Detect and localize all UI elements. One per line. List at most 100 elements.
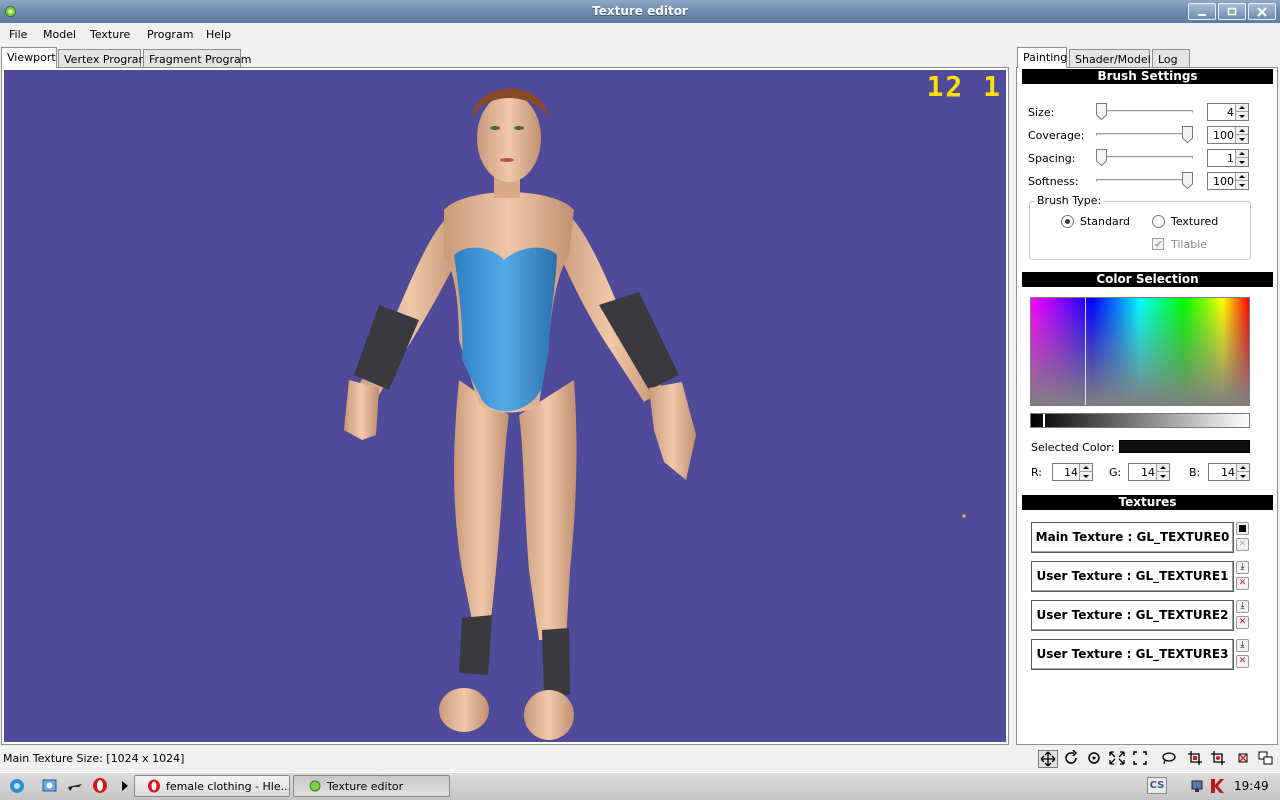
menu-file[interactable]: File [9, 28, 27, 41]
slider-thumb-icon[interactable] [1182, 172, 1193, 189]
checkmark-icon [1154, 240, 1162, 248]
clear-tool-button[interactable] [1234, 750, 1254, 768]
texture-1-load-icon[interactable]: ⤓ [1236, 561, 1249, 574]
size-spinbox[interactable]: 4 [1207, 103, 1249, 121]
spacing-slider[interactable] [1096, 156, 1193, 159]
texture-0-active-icon[interactable] [1236, 522, 1249, 535]
crop-tool-button[interactable] [1187, 750, 1207, 768]
texture-button-3[interactable]: User Texture : GL_TEXTURE3 [1031, 639, 1234, 670]
softness-slider[interactable] [1096, 179, 1193, 182]
reset-view-button[interactable] [1160, 750, 1180, 768]
r-spinbox[interactable]: 14 [1052, 463, 1093, 481]
spin-arrows-icon[interactable] [1236, 464, 1249, 480]
b-spinbox[interactable]: 14 [1208, 463, 1250, 481]
softness-spinbox[interactable]: 100 [1207, 172, 1249, 190]
spin-arrows-icon[interactable] [1235, 173, 1248, 189]
tilable-checkbox[interactable] [1152, 238, 1164, 250]
crop-alt-tool-button[interactable] [1210, 750, 1230, 768]
hue-saturation-picker[interactable] [1030, 297, 1250, 406]
spin-arrows-icon[interactable] [1079, 464, 1092, 480]
plane-launcher-icon[interactable] [67, 778, 83, 794]
spin-arrows-icon[interactable] [1235, 104, 1248, 120]
spin-tool-button[interactable] [1085, 750, 1105, 768]
texture-0-remove-icon[interactable]: ✕ [1236, 538, 1249, 551]
start-menu-icon[interactable] [7, 777, 27, 795]
tab-shader-model[interactable]: Shader/Model [1069, 49, 1151, 68]
zoom-tool-button[interactable] [1108, 750, 1128, 768]
menu-bar: File Model Texture Program Help [0, 23, 1280, 45]
layers-tool-button[interactable] [1257, 750, 1277, 768]
crop-icon [1188, 751, 1202, 765]
spin-icon [1088, 752, 1100, 764]
taskbar-item-browser[interactable]: female clothing - Hle... [134, 775, 290, 797]
texture-1-remove-icon[interactable]: ✕ [1236, 577, 1249, 590]
clock: 19:49 [1234, 779, 1269, 793]
texture-2-remove-icon[interactable]: ✕ [1236, 616, 1249, 629]
brush-type-group [1029, 201, 1251, 260]
texture-button-0[interactable]: Main Texture : GL_TEXTURE0 [1031, 522, 1234, 553]
luminance-cursor [1043, 414, 1045, 427]
texture-button-2[interactable]: User Texture : GL_TEXTURE2 [1031, 600, 1234, 631]
minimize-icon [1198, 14, 1206, 16]
rotate-tool-button[interactable] [1062, 749, 1082, 768]
fit-tool-button[interactable] [1131, 750, 1151, 768]
spin-arrows-icon[interactable] [1235, 150, 1248, 166]
spacing-spinbox[interactable]: 1 [1207, 149, 1249, 167]
tab-fragment-program[interactable]: Fragment Program [143, 49, 251, 68]
size-slider[interactable] [1096, 110, 1193, 113]
spacing-label: Spacing: [1028, 152, 1076, 165]
viewport[interactable]: 12 1 [4, 70, 1006, 742]
tab-log[interactable]: Log [1152, 49, 1190, 68]
softness-label: Softness: [1028, 175, 1079, 188]
menu-help[interactable]: Help [206, 28, 231, 41]
spin-arrows-icon[interactable] [1235, 127, 1248, 143]
move-tool-button[interactable] [1038, 750, 1058, 768]
slider-thumb-icon[interactable] [1096, 149, 1107, 166]
tab-vertex-program[interactable]: Vertex Program [58, 49, 149, 68]
tab-viewport[interactable]: Viewport [1, 47, 57, 68]
browser-launcher-icon[interactable] [42, 778, 58, 794]
r-label: R: [1031, 466, 1043, 479]
close-button[interactable] [1248, 3, 1276, 20]
taskbar-item-texture-editor[interactable]: Texture editor [293, 775, 450, 797]
color-selection-header: Color Selection [1022, 272, 1273, 287]
slider-thumb-icon[interactable] [1182, 126, 1193, 143]
taskbar-item-browser-label: female clothing - Hle... [166, 780, 290, 793]
opera-launcher-icon[interactable] [92, 777, 108, 794]
selected-color-label: Selected Color: [1031, 441, 1115, 454]
brush-settings-header: Brush Settings [1022, 69, 1273, 84]
layers-icon [1258, 751, 1273, 765]
tilable-label: Tilable [1171, 238, 1208, 251]
texture-button-1[interactable]: User Texture : GL_TEXTURE1 [1031, 561, 1234, 592]
window-title: Texture editor [592, 4, 688, 18]
spin-arrows-icon[interactable] [1156, 464, 1169, 480]
texture-2-load-icon[interactable]: ⤓ [1236, 600, 1249, 613]
language-indicator[interactable]: CS [1147, 777, 1167, 794]
antivirus-tray-icon[interactable] [1209, 778, 1225, 794]
character-model[interactable] [4, 70, 1006, 742]
coverage-slider[interactable] [1096, 133, 1193, 136]
expand-arrow-icon[interactable] [120, 780, 130, 792]
texture-editor-icon [309, 780, 321, 792]
picker-cursor [1085, 298, 1086, 405]
tab-painting[interactable]: Painting [1017, 47, 1067, 68]
textured-radio[interactable] [1152, 215, 1165, 228]
minimize-button[interactable] [1188, 3, 1216, 20]
network-tray-icon[interactable] [1190, 778, 1206, 794]
slider-thumb-icon[interactable] [1096, 103, 1107, 120]
brush-type-title: Brush Type: [1035, 194, 1104, 207]
menu-program[interactable]: Program [147, 28, 193, 41]
coverage-value: 100 [1213, 129, 1234, 142]
menu-texture[interactable]: Texture [90, 28, 130, 41]
opera-icon [148, 779, 160, 793]
maximize-button[interactable] [1218, 3, 1246, 20]
coverage-spinbox[interactable]: 100 [1207, 126, 1249, 144]
luminance-slider[interactable] [1030, 413, 1250, 428]
texture-3-load-icon[interactable]: ⤓ [1236, 639, 1249, 652]
standard-radio[interactable] [1061, 215, 1074, 228]
texture-3-remove-icon[interactable]: ✕ [1236, 655, 1249, 668]
g-spinbox[interactable]: 14 [1128, 463, 1170, 481]
g-label: G: [1109, 466, 1122, 479]
maximize-icon [1227, 7, 1237, 16]
menu-model[interactable]: Model [43, 28, 76, 41]
